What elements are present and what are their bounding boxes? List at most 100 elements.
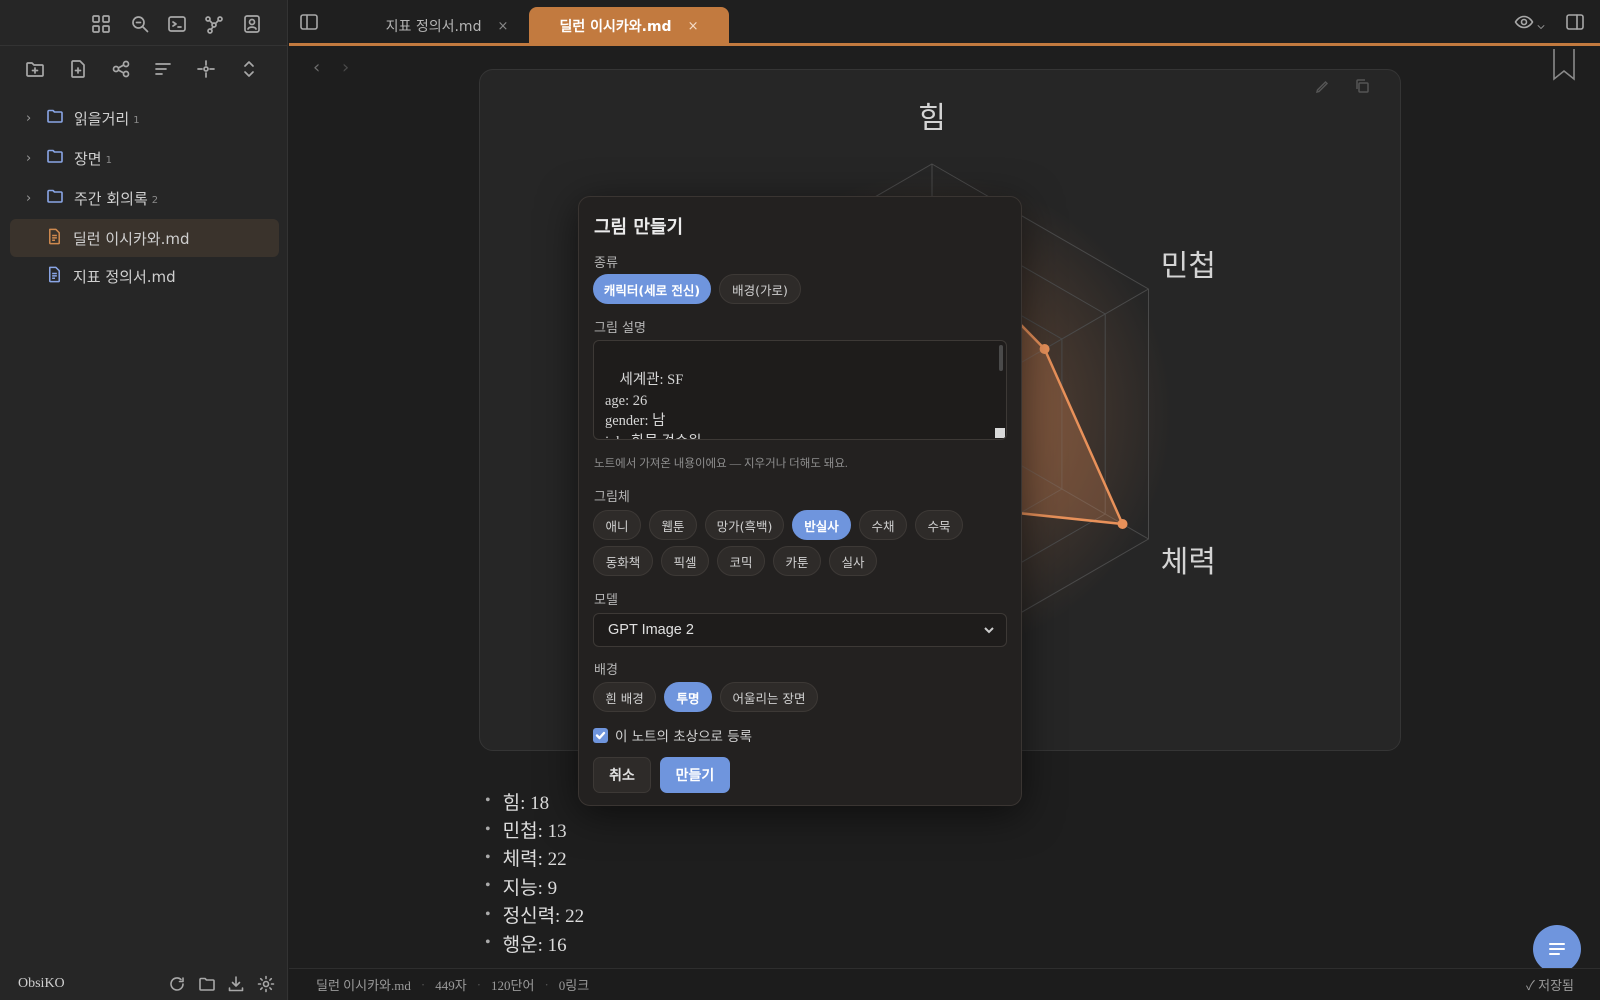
- vault-name[interactable]: ObsiKO: [18, 976, 65, 992]
- reading-view-icon[interactable]: [1513, 12, 1535, 36]
- sidebar-ribbon: [0, 0, 288, 46]
- bg-chip-scene[interactable]: 어울리는 장면: [720, 682, 818, 712]
- style-chip-webtoon[interactable]: 웹툰: [649, 510, 697, 540]
- stat-item: 체력: 22: [485, 844, 584, 872]
- style-chip-anime[interactable]: 애니: [593, 510, 641, 540]
- tab-dylan[interactable]: 딜런 이시카와.md ×: [529, 7, 729, 45]
- settings-icon[interactable]: [256, 974, 276, 994]
- status-chars: 449자: [435, 978, 467, 993]
- chevron-right-icon: ›: [26, 150, 32, 166]
- radar-data-point: [1117, 519, 1128, 529]
- description-label: 그림 설명: [594, 321, 646, 336]
- portrait-checkbox[interactable]: [593, 727, 608, 743]
- style-chip-pixel[interactable]: 픽셀: [661, 546, 709, 576]
- background-label: 배경: [594, 663, 618, 678]
- search-icon[interactable]: [128, 12, 152, 36]
- description-textarea[interactable]: 세계관: SF age: 26 gender: 남 job: 화물 검수원 co…: [593, 340, 1007, 440]
- textarea-scrollbar[interactable]: [999, 345, 1003, 371]
- type-background-chip[interactable]: 배경(가로): [719, 274, 801, 304]
- stat-item: 행운: 16: [485, 929, 584, 957]
- model-value: GPT Image 2: [608, 622, 694, 638]
- locate-file-icon[interactable]: [193, 56, 219, 82]
- tree-item-count: 1: [133, 114, 140, 126]
- tree-item-count: 2: [151, 194, 159, 206]
- tree-item-count: 1: [105, 154, 112, 166]
- sort-icon[interactable]: [150, 56, 176, 82]
- chevron-down-icon[interactable]: [1536, 17, 1546, 36]
- file-explorer-sidebar: › 읽을거리 1 › 장면 1 › 주간 회의록 2 딜런 이시카와.md 지표…: [0, 0, 288, 1000]
- style-chip-comic[interactable]: 코믹: [717, 546, 765, 576]
- file-explorer-actions: [0, 46, 288, 92]
- sidebar-toggle-icon[interactable]: [299, 12, 321, 34]
- terminal-icon[interactable]: [165, 12, 189, 36]
- status-words: 120단어: [491, 978, 535, 993]
- chevron-right-icon: ›: [26, 110, 32, 126]
- folder-icon: [46, 107, 64, 129]
- tree-folder-weekly-minutes[interactable]: › 주간 회의록 2: [10, 179, 279, 217]
- folder-open-icon[interactable]: [197, 974, 217, 994]
- model-select[interactable]: GPT Image 2: [593, 613, 1007, 647]
- tab-bar: 지표 정의서.md × 딜런 이시카와.md ×: [289, 0, 1600, 46]
- style-chip-photoreal[interactable]: 실사: [829, 546, 877, 576]
- status-file: 딜런 이시카와.md: [316, 978, 411, 993]
- stat-item: 힘: 18: [485, 787, 584, 815]
- tab-close-icon[interactable]: ×: [688, 19, 699, 34]
- tab-close-icon[interactable]: ×: [497, 19, 508, 34]
- create-button[interactable]: 만들기: [660, 757, 730, 793]
- outline-button[interactable]: [1533, 925, 1581, 968]
- tab-metrics[interactable]: 지표 정의서.md ×: [347, 7, 547, 45]
- back-arrow-icon[interactable]: ‹: [313, 57, 320, 78]
- bg-chip-transparent[interactable]: 투명: [664, 682, 712, 712]
- hierarchy-icon[interactable]: [108, 56, 134, 82]
- stat-item: 정신력: 22: [485, 901, 584, 929]
- forward-arrow-icon[interactable]: ›: [342, 57, 349, 78]
- type-character-chip[interactable]: 캐릭터(세로 전신): [593, 274, 711, 304]
- new-note-icon[interactable]: [65, 56, 91, 82]
- status-bar: 딜런 이시카와.md · 449자 · 120단어 · 0링크 ✓ 저장됨: [289, 968, 1600, 1000]
- stats-list: 힘: 18 민첩: 13 체력: 22 지능: 9 정신력: 22 행운: 16: [485, 787, 584, 957]
- tree-item-label: 딜런 이시카와.md: [73, 229, 190, 248]
- style-label: 그림체: [594, 490, 630, 505]
- cancel-button[interactable]: 취소: [593, 757, 651, 793]
- style-chip-storybook[interactable]: 동화책: [593, 546, 653, 576]
- tree-item-label: 지표 정의서.md: [73, 267, 176, 286]
- folder-icon: [46, 187, 64, 209]
- create-image-dialog: 그림 만들기 종류 캐릭터(세로 전신) 배경(가로) 그림 설명 세계관: S…: [578, 196, 1022, 806]
- tree-file-dylan[interactable]: 딜런 이시카와.md: [10, 219, 279, 257]
- right-sidebar-toggle-icon[interactable]: [1565, 12, 1585, 36]
- radar-axis-label: 민첩: [1161, 249, 1216, 284]
- sync-icon[interactable]: [167, 974, 187, 994]
- tree-file-metrics[interactable]: 지표 정의서.md: [10, 257, 279, 295]
- model-label: 모델: [594, 593, 618, 608]
- bookmark-icon[interactable]: [1551, 49, 1577, 85]
- tab-label: 지표 정의서.md: [385, 19, 482, 35]
- dialog-title: 그림 만들기: [594, 217, 684, 238]
- download-icon[interactable]: [226, 974, 246, 994]
- dashboard-icon[interactable]: [89, 12, 113, 36]
- saved-status: ✓ 저장됨: [1525, 978, 1574, 993]
- tree-folder-reading[interactable]: › 읽을거리 1: [10, 99, 279, 137]
- expand-collapse-icon[interactable]: [236, 56, 262, 82]
- portrait-checkbox-label: 이 노트의 초상으로 등록: [615, 729, 753, 745]
- resize-handle[interactable]: [995, 428, 1005, 438]
- radar-axis-label: 체력: [1161, 545, 1216, 580]
- radar-axis-label: 힘: [918, 101, 946, 136]
- description-text: 세계관: SF age: 26 gender: 남 job: 화물 검수원 co…: [605, 371, 702, 439]
- stat-item: 민첩: 13: [485, 815, 584, 843]
- document-icon: [46, 228, 63, 249]
- profile-card-icon[interactable]: [240, 12, 264, 36]
- style-chip-cartoon[interactable]: 카툰: [773, 546, 821, 576]
- style-chip-manga[interactable]: 망가(흑백): [705, 510, 784, 540]
- bg-chip-white[interactable]: 흰 배경: [593, 682, 656, 712]
- style-chip-watercolor[interactable]: 수채: [859, 510, 907, 540]
- document-icon: [46, 266, 63, 287]
- new-folder-icon[interactable]: [22, 56, 48, 82]
- portrait-checkbox-row[interactable]: 이 노트의 초상으로 등록: [593, 725, 752, 745]
- list-icon: [1549, 943, 1565, 955]
- style-chip-semireal[interactable]: 반실사: [792, 510, 851, 540]
- style-chip-ink[interactable]: 수묵: [915, 510, 963, 540]
- graph-view-icon[interactable]: [202, 12, 226, 36]
- stat-item: 지능: 9: [485, 872, 584, 900]
- tree-folder-scene[interactable]: › 장면 1: [10, 139, 279, 177]
- tree-item-label: 주간 회의록: [74, 189, 148, 208]
